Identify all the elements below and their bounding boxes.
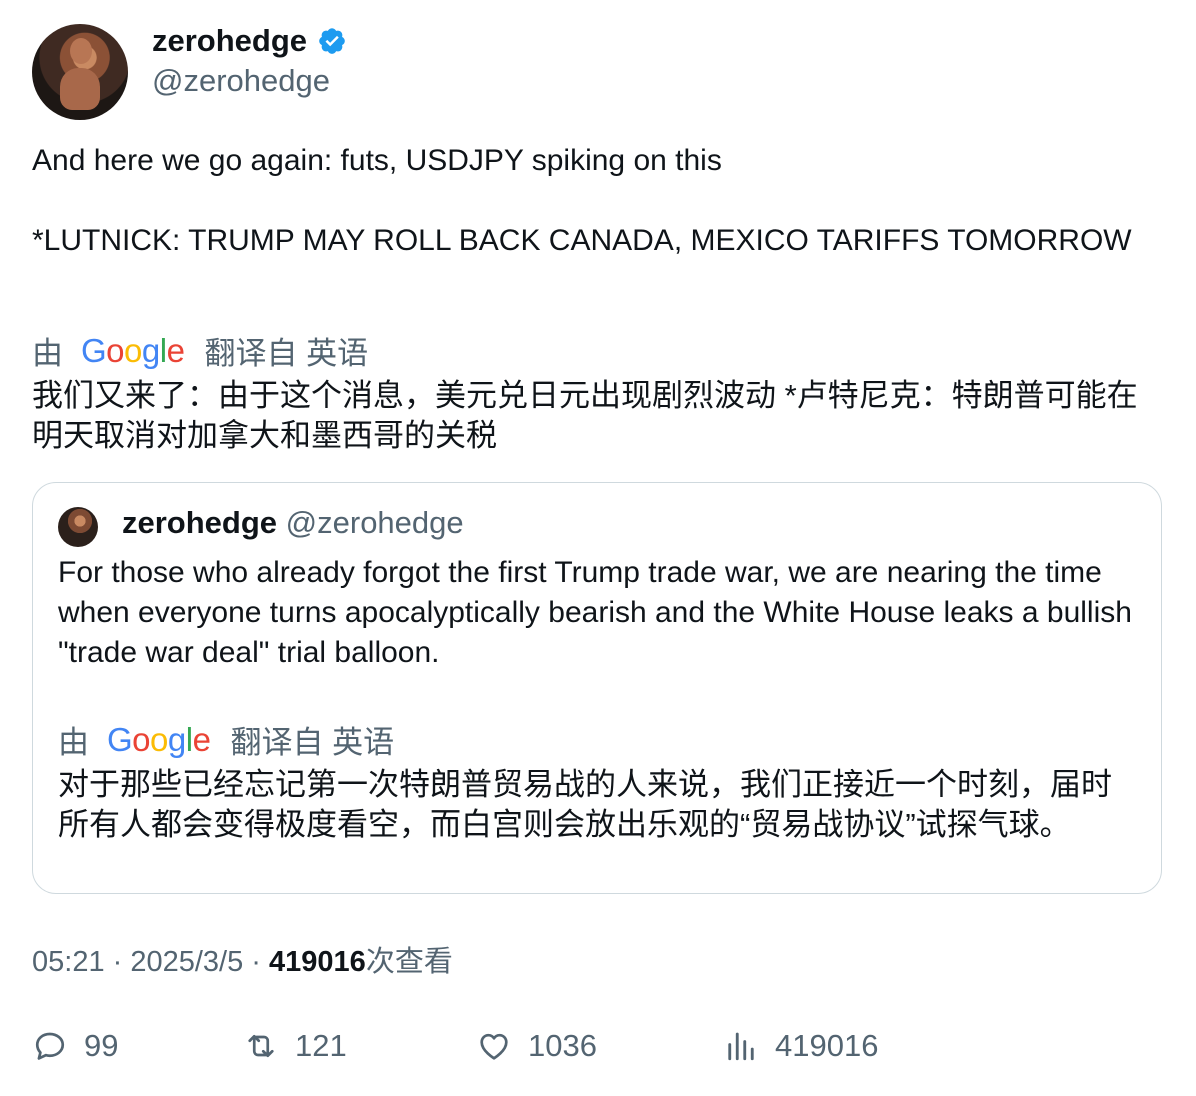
quote-author-name: zerohedge <box>122 505 278 540</box>
tweet-date[interactable]: 2025/3/5 <box>130 946 243 978</box>
action-bar: 99 121 1036 419016 <box>0 1028 1196 1072</box>
quote-author-handle: @zerohedge <box>285 505 464 540</box>
retweet-button[interactable]: 121 <box>243 1028 347 1064</box>
quote-author-avatar <box>58 507 98 547</box>
tweet-text: And here we go again: futs, USDJPY spiki… <box>32 144 1132 257</box>
translation-attribution: 由 Google 翻译自 英语 <box>32 328 368 373</box>
verified-badge-icon <box>319 28 345 54</box>
quote-translated-by-label: 由 <box>58 725 89 760</box>
reply-icon <box>35 1032 65 1060</box>
views-action-count: 419016 <box>775 1028 879 1063</box>
author-avatar[interactable] <box>32 24 128 120</box>
like-count: 1036 <box>528 1028 597 1063</box>
quote-google-logo-icon: Google <box>107 720 211 758</box>
meta-separator: · <box>104 946 131 978</box>
tweet-time[interactable]: 05:21 <box>32 946 105 978</box>
quote-header: zerohedge @zerohedge <box>122 503 464 543</box>
retweet-icon <box>248 1034 274 1058</box>
author-name-row[interactable]: zerohedge <box>152 22 347 60</box>
views-label: 次查看 <box>365 946 453 978</box>
quote-tweet-text: For those who already forgot the first T… <box>58 556 1132 669</box>
quote-translation-attribution: 由 Google 翻译自 英语 <box>58 717 394 762</box>
quote-tweet-card[interactable]: zerohedge @zerohedge For those who alrea… <box>32 482 1162 894</box>
heart-icon <box>480 1033 508 1060</box>
author-name[interactable]: zerohedge <box>152 22 307 60</box>
reply-count: 99 <box>84 1028 119 1063</box>
author-handle[interactable]: @zerohedge <box>152 62 330 100</box>
meta-separator: · <box>243 946 270 978</box>
quote-tweet-translation: 对于那些已经忘记第一次特朗普贸易战的人来说，我们正接近一个时刻，届时所有人都会变… <box>58 767 1112 842</box>
like-button[interactable]: 1036 <box>476 1028 597 1064</box>
retweet-count: 121 <box>295 1028 347 1063</box>
translated-from-label: 翻译自 英语 <box>204 336 369 371</box>
quote-translated-from-label: 翻译自 英语 <box>230 725 395 760</box>
views-count: 419016 <box>269 946 366 978</box>
tweet-meta: 05:21 · 2025/3/5 · 419016次查看 <box>32 942 453 982</box>
tweet-translation: 我们又来了：由于这个消息，美元兑日元出现剧烈波动 *卢特尼克：特朗普可能在明天取… <box>32 378 1138 453</box>
views-button[interactable]: 419016 <box>723 1028 878 1064</box>
google-logo-icon: Google <box>81 331 185 369</box>
reply-button[interactable]: 99 <box>32 1028 118 1064</box>
views-icon <box>728 1032 754 1061</box>
translated-by-label: 由 <box>32 336 63 371</box>
